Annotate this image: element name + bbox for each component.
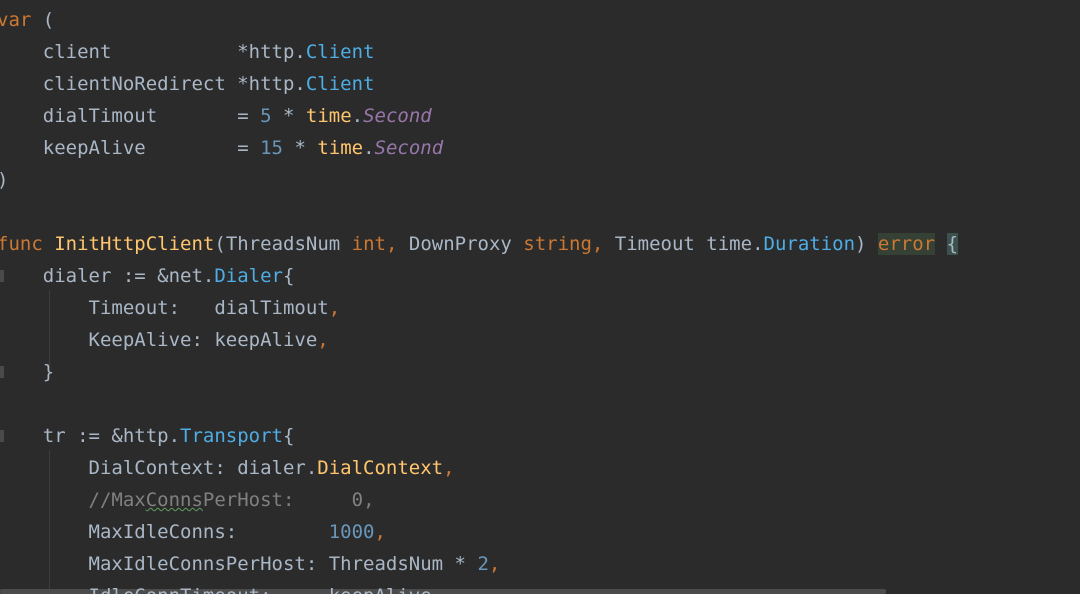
- code-token-plain: =: [237, 137, 261, 159]
- code-token-plain: .: [363, 137, 375, 159]
- code-token-plain: *: [283, 137, 318, 159]
- code-token-number: 15: [260, 137, 283, 159]
- code-line[interactable]: func InitHttpClient(ThreadsNum int, Down…: [0, 228, 959, 260]
- code-token-comment-typo: Conns: [145, 489, 203, 511]
- code-token-italic: Second: [374, 137, 444, 159]
- code-token-plain: MaxIdleConnsPerHost: ThreadsNum *: [0, 553, 478, 575]
- code-token-plain: (ThreadsNum: [214, 233, 352, 255]
- code-token-keyword: ,: [443, 457, 455, 479]
- code-token-plain: tr := &http.: [0, 425, 181, 447]
- code-token-plain: ): [0, 169, 8, 191]
- code-token-plain: *http.: [237, 73, 306, 95]
- fold-marker-icon[interactable]: [0, 430, 4, 442]
- code-line[interactable]: MaxIdleConns: 1000,: [0, 516, 386, 548]
- code-token-plain: (: [31, 9, 55, 31]
- code-token-keyword: string: [523, 233, 592, 255]
- code-line[interactable]: DialContext: dialer.DialContext,: [0, 452, 455, 484]
- code-token-plain: {: [282, 265, 295, 287]
- code-token-plain: *: [271, 105, 306, 127]
- code-line[interactable]: IdleConnTimeout: keepAlive: [0, 580, 432, 594]
- fold-marker-icon[interactable]: [0, 270, 4, 282]
- code-line[interactable]: dialTimout = 5 * time.Second: [0, 100, 432, 132]
- code-token-keyword: ,: [374, 521, 386, 543]
- code-token-plain: *http.: [237, 41, 306, 63]
- code-token-plain: clientNoRedirect: [0, 73, 238, 95]
- code-token-keyword: ,: [385, 233, 409, 255]
- code-token-type: Dialer: [214, 265, 283, 287]
- code-line[interactable]: dialer := &net.Dialer{: [0, 260, 295, 292]
- code-token-plain: MaxIdleConns:: [0, 521, 329, 543]
- code-token-plain: {: [282, 425, 295, 447]
- code-line[interactable]: Timeout: dialTimout,: [0, 292, 341, 324]
- code-token-plain: Timeout time.: [614, 233, 764, 255]
- code-token-func: DialContext: [317, 457, 444, 479]
- code-token-type: Transport: [180, 425, 283, 447]
- code-token-italic: Second: [363, 105, 432, 127]
- code-line[interactable]: //MaxConnsPerHost: 0,: [0, 484, 375, 516]
- code-token-plain: =: [237, 105, 261, 127]
- code-token-keyword: func: [0, 233, 43, 255]
- code-token-plain: client: [0, 41, 238, 63]
- code-token-plain: KeepAlive: keepAlive: [0, 329, 318, 351]
- code-token-plain: IdleConnTimeout: keepAlive: [0, 585, 432, 594]
- code-line[interactable]: client *http.Client: [0, 36, 375, 68]
- code-line[interactable]: keepAlive = 15 * time.Second: [0, 132, 443, 164]
- code-token-plain: .: [351, 105, 364, 127]
- code-token-plain: DownProxy: [408, 233, 524, 255]
- code-token-number: 1000: [328, 521, 375, 543]
- code-token-plain: keepAlive: [0, 137, 238, 159]
- code-line[interactable]: var (: [0, 4, 54, 36]
- code-token-bracket-hl: {: [946, 233, 959, 255]
- code-line[interactable]: ): [0, 164, 8, 196]
- code-token-number: 5: [260, 105, 272, 127]
- code-token-number: 2: [477, 553, 489, 575]
- code-editor[interactable]: var ( client *http.Client clientNoRedire…: [0, 0, 1080, 594]
- code-token-plain: }: [0, 361, 55, 383]
- code-token-keyword: int: [351, 233, 386, 255]
- code-token-keyword: ,: [488, 553, 501, 575]
- code-token-plain: dialer := &net.: [0, 265, 215, 287]
- code-token-error-hl: error: [877, 233, 936, 255]
- code-token-plain: Timeout: dialTimout: [0, 297, 329, 319]
- code-token-type: Client: [305, 41, 375, 63]
- code-line[interactable]: }: [0, 356, 54, 388]
- code-token-comment: PerHost: 0,: [202, 489, 375, 511]
- code-token-func: InitHttpClient: [54, 233, 215, 255]
- code-token-type: Duration: [763, 233, 856, 255]
- code-token-keyword: ,: [591, 233, 615, 255]
- code-token-plain: ): [855, 233, 878, 255]
- code-line[interactable]: MaxIdleConnsPerHost: ThreadsNum * 2,: [0, 548, 501, 580]
- code-line[interactable]: KeepAlive: keepAlive,: [0, 324, 329, 356]
- code-token-plain: dialTimout: [0, 105, 238, 127]
- code-token-keyword: ,: [317, 329, 329, 351]
- code-token-keyword: ,: [328, 297, 341, 319]
- code-line[interactable]: clientNoRedirect *http.Client: [0, 68, 375, 100]
- code-token-keyword: var: [0, 9, 32, 31]
- fold-marker-icon[interactable]: [0, 366, 4, 378]
- code-token-comment: //Max: [0, 489, 146, 511]
- code-line[interactable]: tr := &http.Transport{: [0, 420, 295, 452]
- code-token-type: Client: [305, 73, 375, 95]
- code-token-func: time: [317, 137, 364, 159]
- code-token-plain: DialContext: dialer.: [0, 457, 318, 479]
- code-token-func: time: [305, 105, 352, 127]
